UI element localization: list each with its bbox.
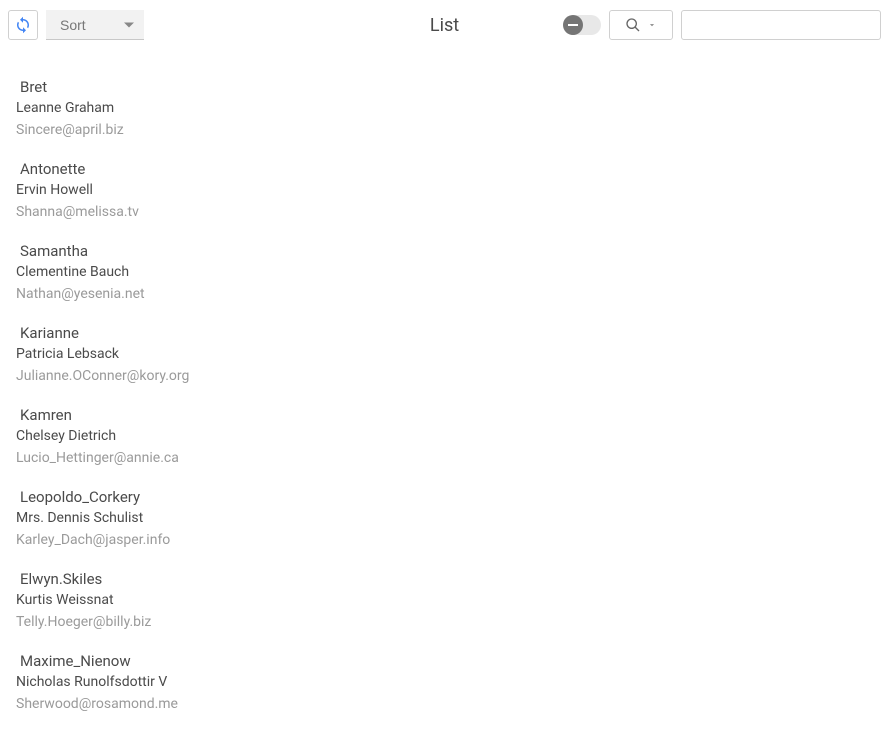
list-item[interactable]: Maxime_Nienow Nicholas Runolfsdottir V S… (16, 652, 881, 712)
search-input[interactable] (681, 10, 881, 40)
user-email: Telly.Hoeger@billy.biz (16, 614, 881, 630)
list-item[interactable]: Leopoldo_Corkery Mrs. Dennis Schulist Ka… (16, 488, 881, 548)
user-username: Elwyn.Skiles (16, 570, 881, 588)
list-item[interactable]: Karianne Patricia Lebsack Julianne.OConn… (16, 324, 881, 384)
user-email: Sherwood@rosamond.me (16, 696, 881, 712)
chevron-down-icon (647, 20, 657, 30)
sort-button[interactable]: Sort (46, 10, 144, 40)
user-email: Shanna@melissa.tv (16, 204, 881, 220)
user-email: Karley_Dach@jasper.info (16, 532, 881, 548)
list-item[interactable]: Elwyn.Skiles Kurtis Weissnat Telly.Hoege… (16, 570, 881, 630)
user-email: Julianne.OConner@kory.org (16, 368, 881, 384)
remove-icon (563, 15, 583, 35)
search-icon (625, 17, 641, 33)
user-email: Nathan@yesenia.net (16, 286, 881, 302)
user-name: Clementine Bauch (16, 264, 881, 280)
user-name: Leanne Graham (16, 100, 881, 116)
filter-toggle[interactable] (565, 15, 601, 35)
user-username: Samantha (16, 242, 881, 260)
user-username: Leopoldo_Corkery (16, 488, 881, 506)
list-item[interactable]: Antonette Ervin Howell Shanna@melissa.tv (16, 160, 881, 220)
user-name: Nicholas Runolfsdottir V (16, 674, 881, 690)
user-name: Kurtis Weissnat (16, 592, 881, 608)
user-username: Bret (16, 78, 881, 96)
list-item[interactable]: Samantha Clementine Bauch Nathan@yesenia… (16, 242, 881, 302)
user-username: Maxime_Nienow (16, 652, 881, 670)
user-name: Chelsey Dietrich (16, 428, 881, 444)
user-name: Ervin Howell (16, 182, 881, 198)
list-item[interactable]: Kamren Chelsey Dietrich Lucio_Hettinger@… (16, 406, 881, 466)
chevron-down-icon (124, 22, 134, 27)
user-name: Patricia Lebsack (16, 346, 881, 362)
user-email: Lucio_Hettinger@annie.ca (16, 450, 881, 466)
user-username: Karianne (16, 324, 881, 342)
page-title: List (430, 15, 459, 36)
search-mode-button[interactable] (609, 10, 673, 40)
sort-button-label: Sort (60, 17, 86, 33)
refresh-button[interactable] (8, 10, 38, 40)
toolbar-right (565, 10, 881, 40)
user-username: Antonette (16, 160, 881, 178)
refresh-icon (14, 16, 32, 34)
toolbar: Sort List (0, 0, 889, 48)
user-name: Mrs. Dennis Schulist (16, 510, 881, 526)
user-list: Bret Leanne Graham Sincere@april.biz Ant… (0, 48, 889, 742)
user-username: Kamren (16, 406, 881, 424)
list-item[interactable]: Bret Leanne Graham Sincere@april.biz (16, 78, 881, 138)
user-email: Sincere@april.biz (16, 122, 881, 138)
